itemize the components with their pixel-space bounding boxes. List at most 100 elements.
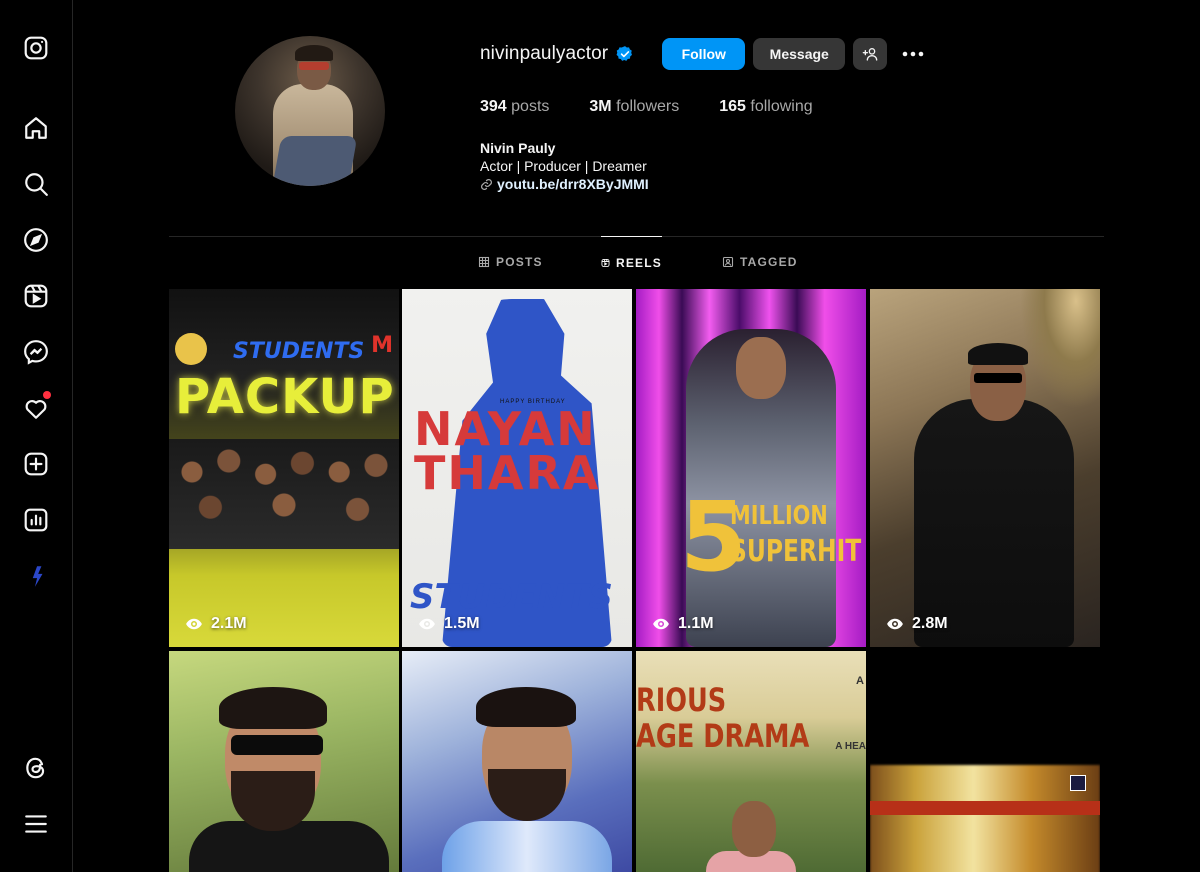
following-label: following [750, 98, 813, 115]
profile-stats: 394 posts 3M followers 165 following [480, 98, 813, 116]
reels-icon[interactable] [22, 282, 50, 310]
profile-full-name: Nivin Pauly [480, 140, 556, 156]
tab-posts[interactable]: POSTS [478, 236, 543, 288]
reel-4-person [914, 399, 1074, 647]
profile-main: nivinpaulyactor Follow Message 394 posts… [73, 0, 1200, 872]
avatar-glasses [299, 62, 329, 70]
following-stat[interactable]: 165 following [719, 98, 812, 116]
reel-6-hair [476, 687, 576, 727]
profile-tabs: POSTS REELS TAGGED [169, 236, 1104, 288]
reel-2-view-count: 1.5M [444, 615, 480, 632]
create-icon[interactable] [22, 450, 50, 478]
avatar-hair [295, 45, 333, 61]
reel-2-title-line2: THARA [414, 446, 601, 500]
messenger-icon[interactable] [22, 338, 50, 366]
reel-7-title-line2: AGE DRAMA [636, 717, 810, 755]
profile-avatar[interactable] [235, 36, 385, 186]
reel-tile-7[interactable]: RIOUS AGE DRAMA A A HEA [636, 651, 866, 872]
profile-icon[interactable] [22, 562, 50, 590]
message-button[interactable]: Message [753, 38, 846, 70]
instagram-logo-icon[interactable] [22, 34, 50, 62]
reel-5-glasses [231, 735, 323, 755]
views-eye-icon [419, 618, 435, 630]
reel-2-title-students: STUDENTS [410, 577, 613, 617]
tagged-icon [722, 256, 734, 268]
following-count: 165 [719, 98, 746, 115]
posts-label: posts [511, 98, 550, 115]
reel-1-title-packup: PACKUP [175, 369, 395, 425]
views-eye-icon [653, 618, 669, 630]
reel-tile-5[interactable] [169, 651, 399, 872]
reel-7-side-text-1: A [856, 675, 864, 687]
reel-7-face [732, 801, 776, 857]
reel-1-view-count: 2.1M [211, 615, 247, 632]
reels-tab-icon [601, 258, 610, 267]
production-logo-icon [175, 333, 207, 365]
reel-3-views: 1.1M [652, 615, 714, 633]
menu-icon[interactable] [22, 810, 50, 838]
link-icon [481, 178, 492, 190]
reel-1-views: 2.1M [185, 615, 247, 633]
reel-tile-3[interactable]: 5 MILLION SUPERHIT 1.1M [636, 289, 866, 647]
home-icon[interactable] [22, 114, 50, 142]
reel-3-view-count: 1.1M [678, 615, 714, 632]
follow-button[interactable]: Follow [662, 38, 746, 70]
reel-8-blurred-frame [870, 765, 1100, 872]
reel-3-superhit: SUPERHIT [730, 534, 862, 569]
reel-3-million: MILLION [730, 501, 828, 531]
add-user-icon [862, 48, 878, 61]
followers-stat[interactable]: 3M followers [589, 98, 679, 116]
reel-1-crowd-image [169, 439, 399, 549]
reel-3-face [736, 337, 786, 399]
profile-link-text: youtu.be/drr8XByJMMI [497, 176, 649, 192]
notifications-heart-icon[interactable] [22, 391, 51, 422]
reel-8-red-band [870, 801, 1100, 815]
reel-6-beard [488, 769, 566, 821]
reel-2-title-nayan: NAYAN THARA [414, 402, 601, 500]
reel-1-logo-m: M [371, 333, 393, 358]
notification-dot [43, 391, 51, 399]
profile-bio: Nivin Pauly Actor | Producer | Dreamer y… [480, 139, 649, 193]
tab-tagged[interactable]: TAGGED [722, 236, 798, 288]
tab-posts-label: POSTS [496, 255, 543, 269]
reel-4-view-count: 2.8M [912, 615, 948, 632]
followers-label: followers [616, 98, 680, 115]
reel-7-title-line1: RIOUS [636, 681, 727, 719]
profile-header-row: nivinpaulyactor Follow Message [480, 38, 927, 70]
reel-4-palm [1020, 289, 1100, 409]
profile-bio-text: Actor | Producer | Dreamer [480, 158, 647, 174]
reel-4-hair [968, 343, 1028, 365]
reel-7-side-text-2: A HEA [835, 741, 866, 752]
profile-link[interactable]: youtu.be/drr8XByJMMI [480, 175, 649, 193]
explore-icon[interactable] [22, 226, 50, 254]
threads-icon[interactable] [22, 754, 50, 782]
verified-badge-icon [616, 46, 633, 61]
reel-tile-4[interactable]: 2.8M [870, 289, 1100, 647]
reel-5-jacket [189, 821, 389, 872]
followers-count: 3M [589, 98, 612, 115]
reel-5-hair [219, 687, 327, 729]
suggest-user-button[interactable] [853, 38, 888, 70]
tab-reels-label: REELS [615, 255, 662, 270]
views-eye-icon [186, 618, 202, 630]
sidebar [0, 0, 73, 872]
reel-2-title-line1: NAYAN [414, 402, 597, 456]
tab-reels[interactable]: REELS [601, 236, 662, 288]
reel-6-shirt [442, 821, 612, 872]
search-icon[interactable] [22, 170, 50, 198]
reel-tile-8[interactable] [870, 651, 1100, 872]
profile-username: nivinpaulyactor [480, 43, 609, 64]
reel-4-glasses [974, 373, 1022, 383]
posts-count-stat: 394 posts [480, 98, 549, 116]
reel-tile-6[interactable] [402, 651, 632, 872]
posts-count: 394 [480, 98, 507, 115]
avatar-jeans [272, 136, 358, 186]
reel-tile-1[interactable]: STUDENTS M PACKUP 2.1M [169, 289, 399, 647]
grid-icon [478, 256, 490, 268]
tab-tagged-label: TAGGED [740, 255, 798, 269]
reel-8-corner-badge [1070, 775, 1086, 791]
dashboard-icon[interactable] [22, 506, 50, 534]
reel-2-views: 1.5M [418, 615, 480, 633]
more-options-icon[interactable] [899, 40, 927, 68]
reel-tile-2[interactable]: HAPPY BIRTHDAY NAYAN THARA STUDENTS 1.5M [402, 289, 632, 647]
